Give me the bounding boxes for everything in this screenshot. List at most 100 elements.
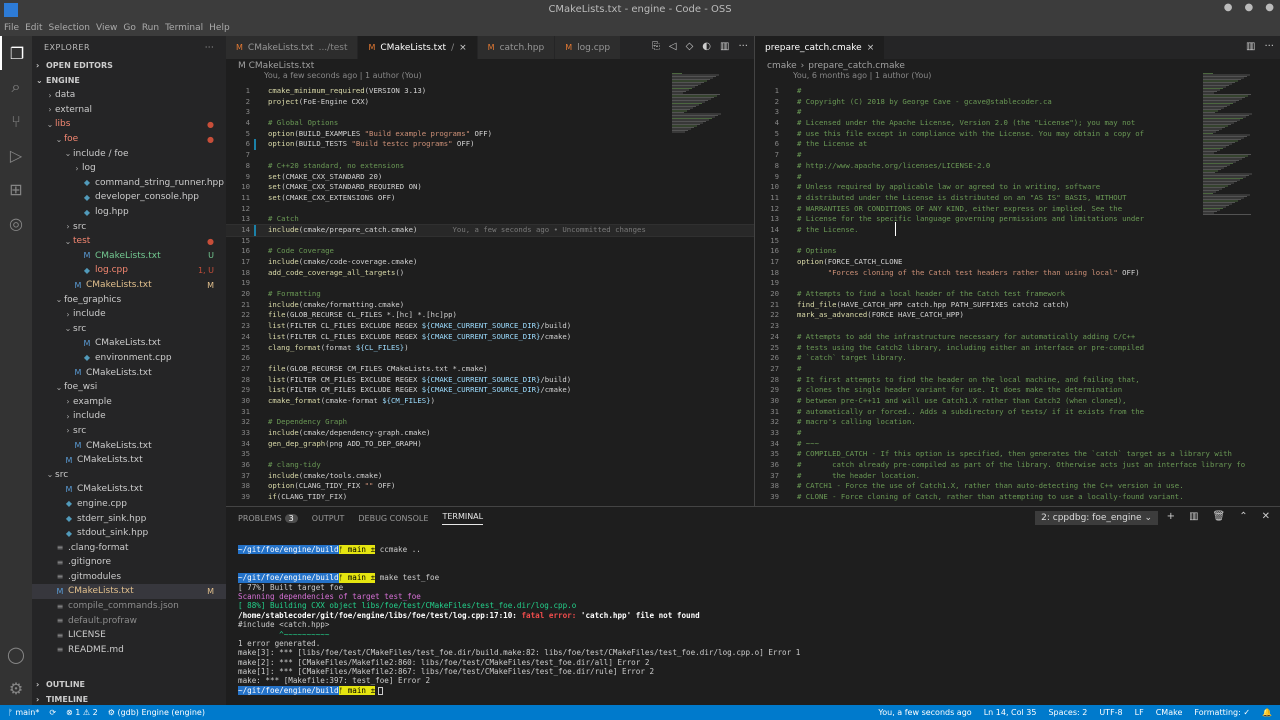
remote-icon[interactable]: ◎ [0,206,32,240]
tab-cmakelists-2[interactable]: Mcatch.hpp [477,36,556,59]
sync-icon[interactable]: ⟳ [49,708,56,717]
folder-item[interactable]: ⌄ src [32,322,226,337]
workspace-root[interactable]: ⌄ ENGINE [32,73,226,88]
file-item[interactable]: ◆ log.cpp 1, U [32,263,226,278]
indentation[interactable]: Spaces: 2 [1048,708,1087,717]
folder-item[interactable]: ⌄ include / foe [32,146,226,161]
file-item[interactable]: ◆ stdout_sink.hpp [32,526,226,541]
explorer-icon[interactable]: ❐ [0,36,32,70]
file-item[interactable]: M CMakeLists.txt M [32,278,226,293]
menu-terminal[interactable]: Terminal [165,23,203,33]
folder-item[interactable]: › log [32,161,226,176]
file-item[interactable]: ◆ engine.cpp [32,497,226,512]
minimap-right[interactable] [1201,73,1261,503]
file-item[interactable]: M CMakeLists.txt [32,453,226,468]
split-terminal-icon[interactable]: ▥ [1189,511,1198,522]
folder-item[interactable]: › src [32,219,226,234]
tab-prepare-catch[interactable]: prepare_catch.cmake × [755,36,886,59]
line-ending[interactable]: LF [1135,708,1144,717]
debug-config[interactable]: ⚙ (gdb) Engine (engine) [108,708,205,717]
panel-tab-debug-console[interactable]: DEBUG CONSOLE [358,514,428,523]
tab-cmakelists-3[interactable]: Mlog.cpp [555,36,622,59]
file-item[interactable]: M CMakeLists.txt M [32,584,226,599]
file-item[interactable]: M CMakeLists.txt U [32,249,226,264]
terminal-prompt[interactable]: ~/git/foe/engine/build ᚠ main ± [238,685,1268,696]
menu-selection[interactable]: Selection [49,23,90,33]
tab-cmakelists-0[interactable]: M CMakeLists.txt .../test [226,36,359,59]
split-editor-icon[interactable]: ▥ [720,41,729,52]
outline-section[interactable]: › OUTLINE [32,677,226,692]
file-item[interactable]: ◆ stderr_sink.hpp [32,511,226,526]
extensions-icon[interactable]: ⊞ [0,172,32,206]
new-terminal-icon[interactable]: + [1167,511,1175,522]
minimap[interactable] [670,73,730,503]
branch-indicator[interactable]: ᚠ main* [8,708,39,717]
close-panel-icon[interactable]: ✕ [1262,511,1270,522]
folder-item[interactable]: › data [32,88,226,103]
source-control-icon[interactable]: ⑂ [0,104,32,138]
panel-tab-terminal[interactable]: TERMINAL [442,512,484,525]
menu-edit[interactable]: Edit [25,23,42,33]
file-item[interactable]: M CMakeLists.txt [32,336,226,351]
folder-item[interactable]: › include [32,409,226,424]
git-blame-status[interactable]: You, a few seconds ago [878,708,971,717]
close-tab-icon[interactable]: × [867,43,875,53]
more-actions-icon[interactable]: ··· [205,43,214,52]
folder-item[interactable]: › include [32,307,226,322]
panel-tab-output[interactable]: OUTPUT [312,514,345,523]
formatting-status[interactable]: Formatting: ✓ [1194,708,1250,717]
terminal-output[interactable]: ~/git/foe/engine/build ᚠ main ± ccmake ..… [238,545,1268,696]
tab-cmakelists-1[interactable]: M CMakeLists.txt / × [358,36,478,59]
folder-item[interactable]: ⌄ test ● [32,234,226,249]
folder-item[interactable]: ⌄ src [32,467,226,482]
go-forward-icon[interactable]: ◇ [686,41,694,52]
account-icon[interactable]: ◯ [0,637,32,671]
notifications-icon[interactable]: 🔔 [1262,708,1272,717]
file-item[interactable]: ◆ developer_console.hpp [32,190,226,205]
split-editor-icon[interactable]: ▥ [1246,41,1255,52]
folder-item[interactable]: ⌄ foe ● [32,132,226,147]
panel-tab-problems[interactable]: PROBLEMS 3 [238,513,298,523]
encoding[interactable]: UTF-8 [1099,708,1122,717]
file-item[interactable]: ≡ .gitmodules [32,570,226,585]
problems-indicator[interactable]: ⊗ 1 ⚠ 2 [66,708,98,717]
menu-help[interactable]: Help [209,23,230,33]
compare-icon[interactable]: ⎘ [652,41,660,52]
file-item[interactable]: M CMakeLists.txt [32,438,226,453]
folder-item[interactable]: › src [32,424,226,439]
file-item[interactable]: ◆ command_string_runner.hpp [32,176,226,191]
menu-run[interactable]: Run [142,23,159,33]
file-item[interactable]: ≡ default.profraw [32,613,226,628]
file-item[interactable]: ≡ compile_commands.json [32,599,226,614]
toggle-icon[interactable]: ◐ [702,41,711,52]
timeline-section[interactable]: › TIMELINE [32,692,226,705]
folder-item[interactable]: ⌄ foe_graphics [32,292,226,307]
cursor-position[interactable]: Ln 14, Col 35 [984,708,1037,717]
menu-file[interactable]: File [4,23,19,33]
folder-item[interactable]: › example [32,394,226,409]
run-debug-icon[interactable]: ▷ [0,138,32,172]
more-icon[interactable]: ··· [738,41,748,52]
file-item[interactable]: ◆ environment.cpp [32,351,226,366]
file-item[interactable]: ≡ README.md [32,643,226,658]
open-editors-section[interactable]: › OPEN EDITORS [32,58,226,73]
close-icon[interactable]: ● [1265,2,1274,13]
search-icon[interactable]: ⌕ [0,70,32,104]
close-tab-icon[interactable]: × [459,43,467,53]
menu-go[interactable]: Go [123,23,135,33]
file-item[interactable]: M CMakeLists.txt [32,482,226,497]
kill-terminal-icon[interactable]: 🗑 [1213,511,1226,522]
folder-item[interactable]: ⌄ foe_wsi [32,380,226,395]
file-item[interactable]: ≡ LICENSE [32,628,226,643]
terminal-select[interactable]: 2: cppdbg: foe_engine ⌄ [1035,511,1158,525]
file-item[interactable]: M CMakeLists.txt [32,365,226,380]
folder-item[interactable]: ⌄ libs ● [32,117,226,132]
language-mode[interactable]: CMake [1156,708,1183,717]
settings-gear-icon[interactable]: ⚙ [0,671,32,705]
maximize-panel-icon[interactable]: ⌃ [1239,511,1247,522]
maximize-icon[interactable]: ● [1245,2,1254,13]
file-item[interactable]: ◆ log.hpp [32,205,226,220]
minimize-icon[interactable]: ● [1224,2,1233,13]
folder-item[interactable]: › external [32,103,226,118]
more-icon[interactable]: ··· [1264,41,1274,52]
